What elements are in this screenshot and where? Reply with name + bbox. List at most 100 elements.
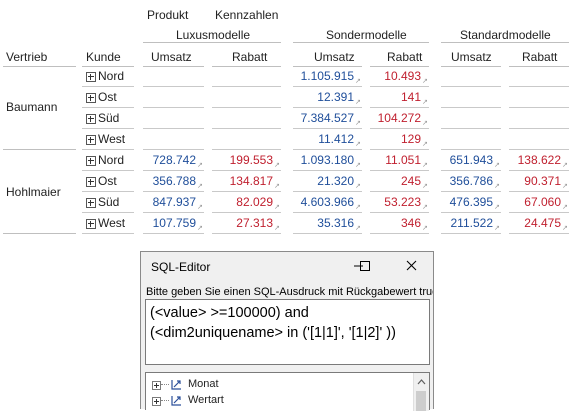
expand-icon[interactable]: [86, 93, 96, 103]
table-cell-rabatt[interactable]: 199.553: [212, 153, 273, 167]
cell-underline: [441, 128, 501, 129]
group-header-sondermodelle[interactable]: Sondermodelle: [326, 28, 407, 42]
cell-underline: [82, 107, 134, 108]
table-cell-rabatt[interactable]: 90.371: [509, 174, 561, 188]
table-cell-umsatz[interactable]: 21.320: [293, 174, 354, 188]
table-cell-rabatt[interactable]: 129: [370, 132, 421, 146]
table-cell-rabatt[interactable]: 10.493: [370, 69, 421, 83]
table-cell-umsatz[interactable]: 1.105.915: [293, 69, 354, 83]
kennzahlen-label[interactable]: Kennzahlen: [215, 8, 278, 22]
cell-underline: [293, 107, 362, 108]
cell-underline: [212, 191, 281, 192]
cell-underline: [370, 128, 429, 129]
kunde-label[interactable]: Süd: [98, 111, 119, 125]
table-cell-umsatz[interactable]: 4.603.966: [293, 195, 354, 209]
measure-header: Rabatt: [387, 50, 423, 64]
group-header-standardmodelle[interactable]: Standardmodelle: [460, 28, 551, 42]
cell-underline: [212, 128, 281, 129]
header-underline: [3, 66, 76, 67]
table-cell-umsatz[interactable]: 35.316: [293, 216, 354, 230]
table-cell-umsatz[interactable]: 356.788: [143, 174, 196, 188]
table-cell-rabatt[interactable]: 104.272: [370, 111, 421, 125]
expand-icon[interactable]: [152, 381, 161, 390]
salesperson-hohlmaier[interactable]: Hohlmaier: [6, 185, 61, 199]
row-header-vertrieb[interactable]: Vertrieb: [6, 50, 47, 64]
drill-indicator-icon: ↗: [422, 120, 428, 127]
close-icon[interactable]: [398, 255, 424, 277]
cell-underline: [143, 107, 204, 108]
drill-indicator-icon: ↗: [355, 204, 361, 211]
table-cell-umsatz[interactable]: 11.412: [293, 132, 354, 146]
table-cell-umsatz[interactable]: 7.384.527: [293, 111, 354, 125]
tree-scrollbar[interactable]: [413, 373, 429, 411]
tree-connector: [161, 384, 169, 386]
cell-underline: [293, 233, 362, 234]
group-header-luxusmodelle[interactable]: Luxusmodelle: [176, 28, 250, 42]
table-cell-rabatt[interactable]: 67.060: [509, 195, 561, 209]
table-cell-umsatz[interactable]: 107.759: [143, 216, 196, 230]
drill-indicator-icon: ↗: [355, 162, 361, 169]
maximize-icon[interactable]: [351, 255, 377, 277]
cell-underline: [143, 170, 204, 171]
cell-underline: [143, 191, 204, 192]
kunde-label[interactable]: Nord: [98, 153, 124, 167]
table-cell-umsatz[interactable]: 211.522: [441, 216, 494, 230]
dimension-tree[interactable]: Monat Wertart: [145, 372, 430, 411]
kunde-label[interactable]: Süd: [98, 195, 119, 209]
table-cell-umsatz[interactable]: 1.093.180: [293, 153, 354, 167]
table-cell-rabatt[interactable]: 53.223: [370, 195, 421, 209]
table-cell-umsatz[interactable]: 651.943: [441, 153, 493, 167]
drill-indicator-icon: ↗: [494, 225, 500, 232]
kunde-label[interactable]: Ost: [98, 174, 117, 188]
salesperson-baumann[interactable]: Baumann: [6, 100, 57, 114]
kunde-label[interactable]: West: [98, 216, 125, 230]
expand-icon[interactable]: [86, 156, 96, 166]
cell-underline: [212, 86, 281, 87]
table-cell-umsatz[interactable]: 847.937: [143, 195, 196, 209]
table-cell-umsatz[interactable]: 728.742: [143, 153, 196, 167]
sql-expression-input[interactable]: (<value> >=100000) and (<dim2uniquename>…: [145, 299, 430, 365]
salesperson-separator: [3, 149, 76, 150]
table-cell-rabatt[interactable]: 82.029: [212, 195, 273, 209]
scroll-up-icon[interactable]: [414, 375, 429, 389]
cell-underline: [82, 191, 134, 192]
table-cell-umsatz[interactable]: 476.395: [441, 195, 493, 209]
row-header-kunde[interactable]: Kunde: [86, 50, 121, 64]
cell-underline: [212, 170, 281, 171]
kunde-label[interactable]: Ost: [98, 90, 117, 104]
produkt-label[interactable]: Produkt: [147, 8, 188, 22]
cell-underline: [441, 233, 501, 234]
expand-icon[interactable]: [86, 198, 96, 208]
table-cell-rabatt[interactable]: 346: [370, 216, 421, 230]
expand-icon[interactable]: [86, 219, 96, 229]
cell-underline: [212, 107, 281, 108]
kunde-label[interactable]: Nord: [98, 69, 124, 83]
kunde-label[interactable]: West: [98, 132, 125, 146]
table-cell-rabatt[interactable]: 134.817: [212, 174, 273, 188]
measure-header: Umsatz: [451, 50, 492, 64]
table-cell-rabatt[interactable]: 245: [370, 174, 421, 188]
expand-icon[interactable]: [86, 135, 96, 145]
cell-underline: [370, 212, 429, 213]
cell-underline: [509, 233, 569, 234]
table-cell-umsatz[interactable]: 12.391: [293, 90, 354, 104]
drill-indicator-icon: ↗: [422, 78, 428, 85]
expand-icon[interactable]: [86, 177, 96, 187]
table-cell-rabatt[interactable]: 141: [370, 90, 421, 104]
table-cell-rabatt[interactable]: 138.622: [509, 153, 561, 167]
expand-icon[interactable]: [86, 72, 96, 82]
drill-indicator-icon: ↗: [197, 183, 203, 190]
expand-icon[interactable]: [152, 397, 161, 406]
table-cell-rabatt[interactable]: 11.051: [370, 153, 421, 167]
scroll-thumb[interactable]: [416, 391, 426, 411]
cell-underline: [82, 149, 134, 150]
table-cell-umsatz[interactable]: 356.786: [441, 174, 493, 188]
group-underline: [143, 42, 281, 43]
drill-indicator-icon: ↗: [562, 162, 568, 169]
expand-icon[interactable]: [86, 114, 96, 124]
header-underline: [143, 66, 204, 67]
table-cell-rabatt[interactable]: 27.313: [212, 216, 273, 230]
dialog-title: SQL-Editor: [151, 260, 211, 274]
drill-indicator-icon: ↗: [274, 162, 280, 169]
table-cell-rabatt[interactable]: 24.475: [509, 216, 561, 230]
